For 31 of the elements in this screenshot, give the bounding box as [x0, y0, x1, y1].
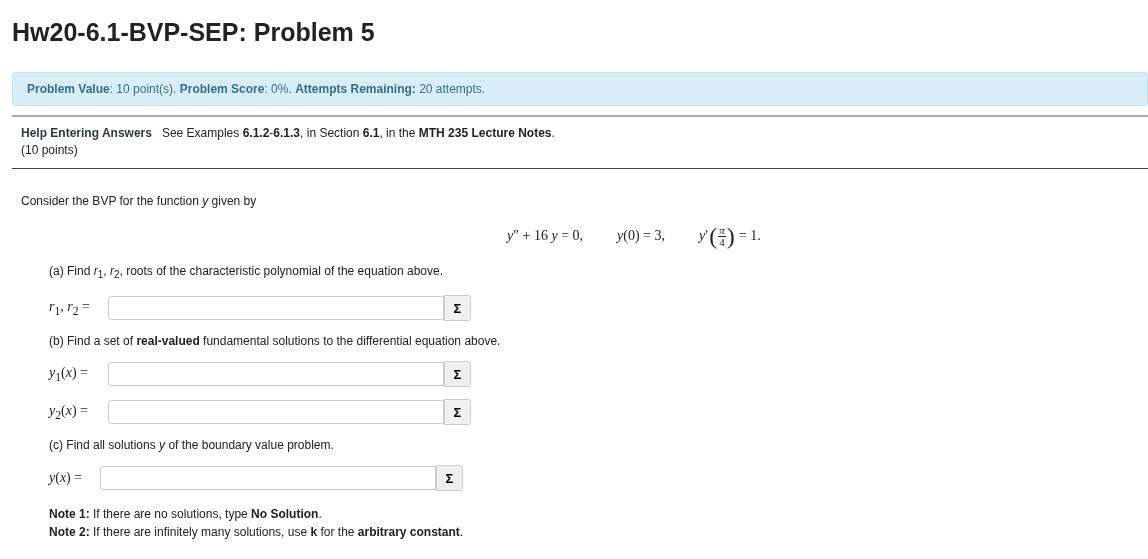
points-text: (10 points)	[21, 142, 79, 159]
help-link[interactable]: Help Entering Answers	[21, 125, 152, 142]
fraction-denominator: 4	[719, 236, 725, 248]
equation-term: y(0) = 3,	[617, 228, 666, 244]
answer-label: y(x) =	[49, 470, 84, 487]
answer-label: r$_{1}$, r$_{2}$ =	[49, 299, 91, 318]
reference-text: See Examples 6.1.2-6.1.3, in Section 6.1, in the MTH 235 Lecture Notes.	[161, 125, 555, 142]
question-text: (a) Find r$_{1}$, r$_{2}$, roots of the characteristic polynomial of the equation above.	[49, 263, 444, 283]
answer-field[interactable]	[108, 400, 444, 425]
fraction-numerator: π	[718, 224, 726, 237]
answer-label: y$_{2}$(x) =	[49, 403, 89, 422]
note-text: Note 1: If there are no solutions, type No Solution.	[49, 506, 323, 524]
parenthesis: (	[709, 224, 718, 248]
note-text: Note 2: If there are infinitely many solutions, use k for the arbitrary constant.	[49, 524, 465, 542]
problem-statement: Consider the BVP for the function y given by	[21, 193, 258, 209]
derivative-symbol: y′	[699, 228, 709, 244]
equation-editor-button[interactable]: Σ	[444, 361, 471, 388]
question-text: (c) Find all solutions y of the boundary value problem.	[49, 437, 335, 454]
answer-label: y$_{1}$(x) =	[49, 365, 89, 384]
answer-field[interactable]	[108, 362, 444, 387]
equation-editor-button[interactable]: Σ	[444, 399, 471, 426]
answer-field[interactable]	[100, 466, 436, 491]
problem-info-bar: Problem Value: 10 point(s). Problem Score: 0%. Attempts Remaining: 20 attempts.	[12, 72, 1148, 106]
equation-editor-button[interactable]: Σ	[444, 295, 471, 322]
answer-field[interactable]	[108, 296, 444, 321]
problem-title: Hw20-6.1-BVP-SEP: Problem 5	[12, 17, 376, 48]
equation-term: y″ + 16 y = 0,	[507, 228, 584, 244]
parenthesis: )	[726, 224, 735, 248]
equation-editor-button[interactable]: Σ	[436, 465, 463, 492]
equation-term: = 1.	[738, 228, 761, 244]
question-text: (b) Find a set of real-valued fundamental solutions to the differential equation above.	[49, 333, 502, 350]
